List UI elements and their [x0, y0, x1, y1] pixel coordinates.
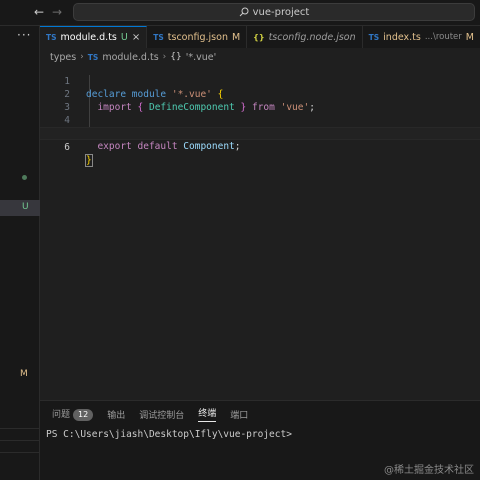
tab-problems[interactable]: 问题 12 — [52, 407, 94, 421]
breadcrumb-file[interactable]: module.d.ts — [102, 52, 158, 63]
explorer-sidebar: ··· U M — [0, 26, 40, 480]
json-icon: {} — [253, 32, 265, 42]
breadcrumb-symbol[interactable]: '*.vue' — [186, 52, 216, 63]
tab-description: ...\router — [424, 32, 462, 42]
tab-tsconfig-node-json[interactable]: {} tsconfig.node.json — [247, 26, 363, 48]
tab-index-ts[interactable]: TS index.ts ...\router M — [363, 26, 480, 48]
close-icon[interactable]: × — [132, 32, 140, 43]
git-status-modified: M — [20, 369, 28, 379]
tab-label: tsconfig.json — [167, 31, 228, 43]
typescript-icon: TS — [87, 52, 99, 62]
namespace-icon: {} — [170, 52, 182, 62]
ellipsis-icon[interactable]: ··· — [17, 28, 31, 42]
chevron-right-icon: › — [162, 52, 167, 62]
arrow-right-icon[interactable]: → — [52, 4, 62, 20]
tab-output[interactable]: 输出 — [107, 408, 125, 421]
tab-status: M — [465, 31, 474, 43]
tab-tsconfig-json[interactable]: TS tsconfig.json M — [147, 26, 248, 48]
brace-close: } — [85, 154, 93, 167]
typescript-icon: TS — [153, 32, 164, 42]
code-line: 5 export default Component; — [40, 114, 480, 152]
code-line: 4 const Component: DefineComponent<{}, {… — [40, 101, 480, 139]
bottom-panel: 问题 12 输出 调试控制台 终端 端口 PS C:\Users\jiash\De… — [40, 400, 480, 480]
keyword-export: export — [97, 141, 132, 152]
tab-debug-console[interactable]: 调试控制台 — [139, 408, 184, 421]
code-editor[interactable]: 1 declare module '*.vue' { 2 import { De… — [40, 62, 480, 400]
chevron-right-icon: › — [80, 52, 84, 62]
tab-ports[interactable]: 端口 — [230, 408, 248, 421]
line-number: 6 — [64, 142, 70, 153]
sidebar-divider — [0, 440, 39, 441]
semicolon: ; — [234, 141, 241, 152]
typescript-icon: TS — [46, 33, 57, 42]
git-status-untracked: U — [22, 202, 29, 212]
tab-problems-label: 问题 — [52, 410, 71, 420]
sidebar-divider — [0, 428, 39, 429]
tab-label: index.ts — [383, 31, 421, 43]
arrow-left-icon[interactable]: ← — [34, 4, 44, 20]
problems-count-badge: 12 — [73, 409, 94, 421]
code-line-current: 6 } — [40, 127, 480, 167]
code-text: } — [85, 154, 93, 167]
sidebar-divider — [0, 452, 39, 453]
tab-label: module.d.ts — [60, 32, 117, 43]
editor-tab-bar: TS module.d.ts U × TS tsconfig.json M {}… — [40, 26, 480, 48]
code-text: export default Component; — [86, 140, 241, 153]
panel-tabs: 问题 12 输出 调试控制台 终端 端口 — [52, 406, 248, 422]
tab-terminal[interactable]: 终端 — [198, 406, 217, 422]
terminal-prompt[interactable]: PS C:\Users\jiash\Desktop\Ifly\vue-proje… — [46, 429, 292, 440]
title-bar: ← → vue-project — [0, 0, 480, 26]
watermark: @稀土掘金技术社区 — [384, 465, 474, 476]
code-line: 3 — [40, 88, 480, 113]
code-line: 2 import { DefineComponent } from 'vue'; — [40, 75, 480, 113]
tab-status: M — [231, 31, 241, 43]
code-line: 1 declare module '*.vue' { — [40, 62, 480, 100]
breadcrumb-folder[interactable]: types — [50, 52, 76, 63]
tab-module-d-ts[interactable]: TS module.d.ts U × — [40, 26, 148, 48]
identifier: Component — [183, 141, 235, 152]
command-center-search[interactable]: vue-project — [73, 3, 475, 21]
typescript-icon: TS — [368, 32, 380, 42]
modified-dot-icon — [22, 175, 27, 180]
command-center-text: vue-project — [252, 6, 310, 18]
tab-label: tsconfig.node.json — [268, 31, 356, 43]
explorer-selected-row[interactable]: U — [0, 200, 40, 216]
keyword-default: default — [137, 141, 178, 152]
search-icon — [239, 7, 249, 17]
tab-status: U — [120, 32, 128, 43]
